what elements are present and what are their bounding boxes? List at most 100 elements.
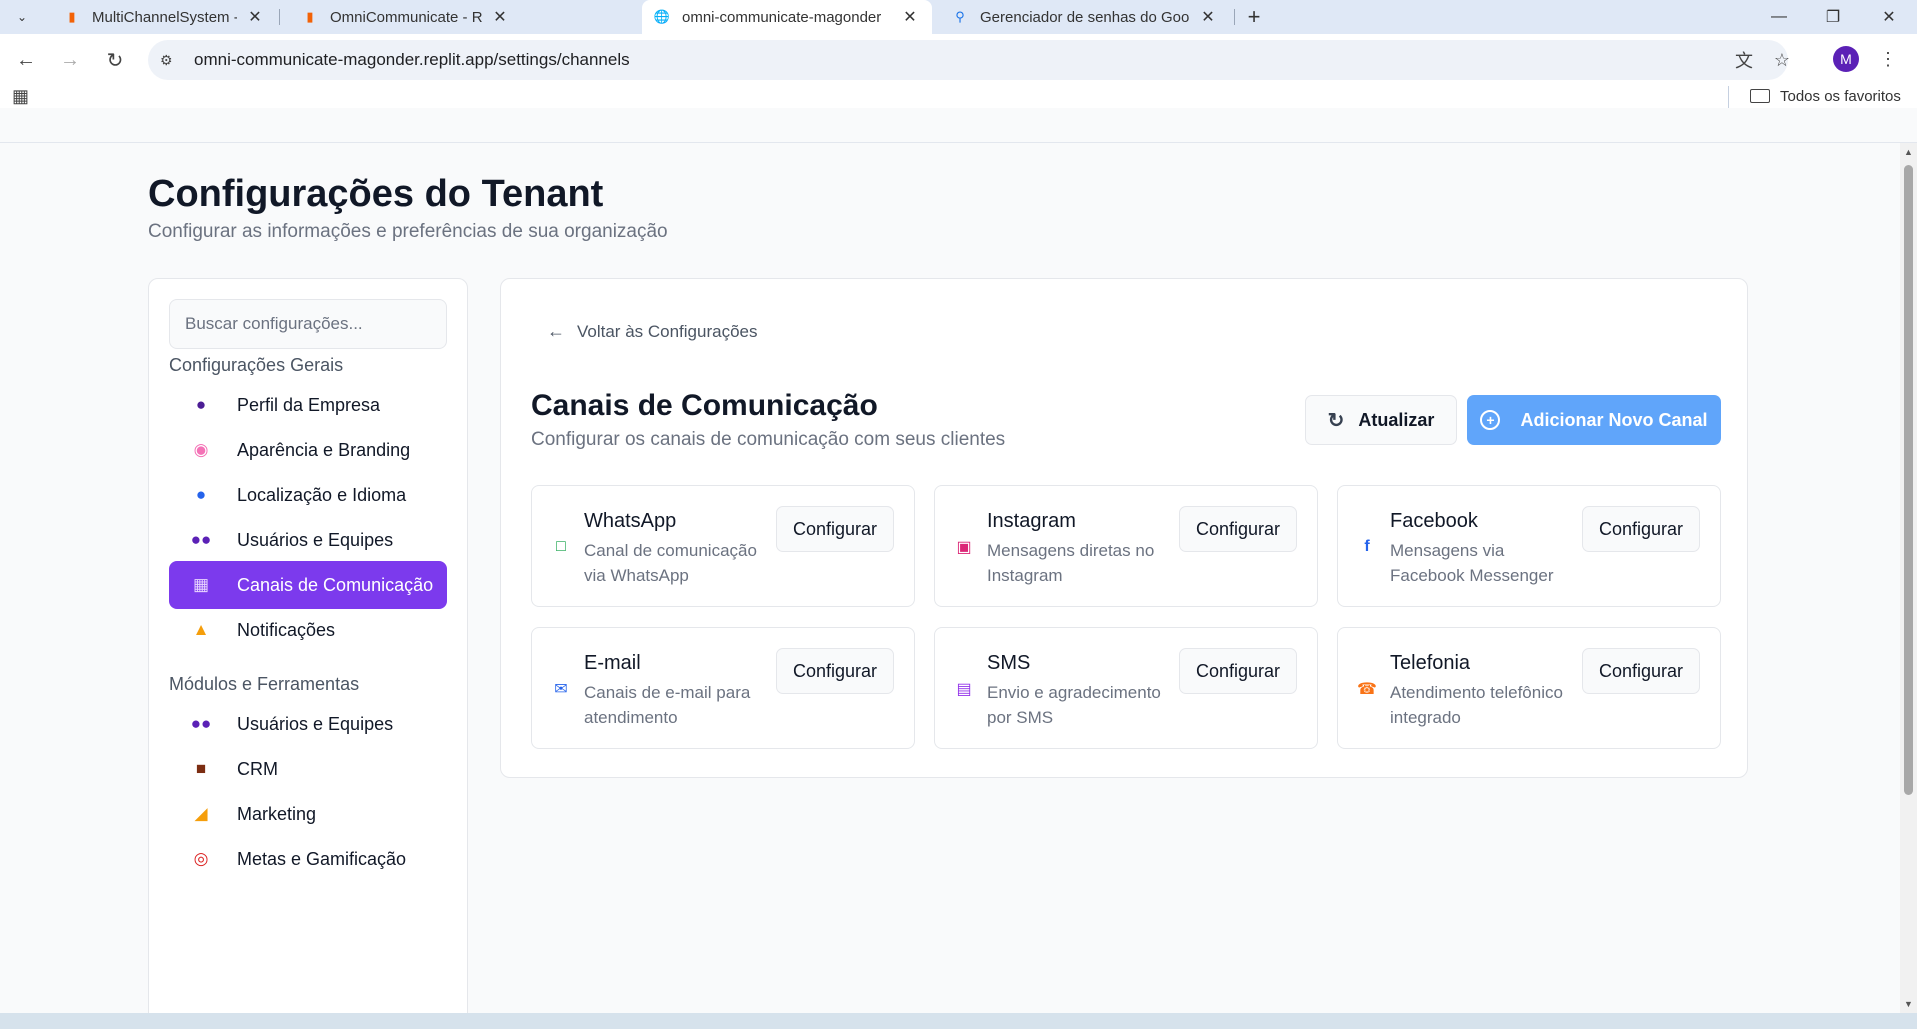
replit-icon: ▮ <box>306 9 314 24</box>
site-info-icon[interactable]: ⚙ <box>160 52 180 69</box>
new-tab-button[interactable]: + <box>1242 4 1266 29</box>
forward-icon[interactable]: → <box>52 42 88 78</box>
bookmarks-label: Todos os favoritos <box>1780 87 1901 105</box>
all-bookmarks-button[interactable]: Todos os favoritos <box>1750 84 1901 108</box>
people-icon: ●● <box>190 530 212 549</box>
configure-button[interactable]: Configurar <box>1582 506 1700 552</box>
sidebar-item-goals[interactable]: ◎ Metas e Gamificação <box>169 835 447 883</box>
sidebar-item-label: Aparência e Branding <box>237 439 411 460</box>
translate-icon[interactable]: 文 <box>1728 40 1760 80</box>
refresh-button[interactable]: ↻ Atualizar <box>1305 395 1457 445</box>
channels-title: Canais de Comunicação <box>531 389 878 422</box>
megaphone-icon: ◢ <box>194 804 208 823</box>
minimize-icon[interactable]: — <box>1752 0 1806 34</box>
tab-search-icon[interactable]: ⌄ <box>10 6 34 28</box>
close-tab-icon[interactable]: ✕ <box>900 7 920 27</box>
browser-tab-bar: ⌄ ▮ MultiChannelSystem - Replit ✕ ▮ Omni… <box>0 0 1917 34</box>
configure-button[interactable]: Configurar <box>1179 648 1297 694</box>
close-tab-icon[interactable]: ✕ <box>1198 7 1218 27</box>
browser-tab[interactable]: ⚲ Gerenciador de senhas do Goo ✕ <box>940 0 1230 34</box>
channel-name: Instagram <box>987 510 1076 532</box>
sidebar-item-crm[interactable]: ■ CRM <box>169 745 447 793</box>
channel-description: Mensagens via Facebook Messenger <box>1390 541 1554 585</box>
refresh-icon: ↻ <box>1327 409 1345 432</box>
sidebar-item-users-teams-module[interactable]: ●● Usuários e Equipes <box>169 700 447 748</box>
channel-card-facebook: f Facebook Mensagens via Facebook Messen… <box>1337 485 1721 607</box>
reload-icon[interactable]: ↻ <box>97 42 133 78</box>
sidebar-item-label: Notificações <box>237 619 336 640</box>
configure-button[interactable]: Configurar <box>776 648 894 694</box>
sidebar-item-label: Metas e Gamificação <box>237 848 407 869</box>
scroll-up-icon[interactable]: ▲ <box>1903 147 1914 157</box>
sidebar-item-appearance[interactable]: ◉ Aparência e Branding <box>169 426 447 474</box>
bookmark-star-icon[interactable]: ☆ <box>1766 40 1798 80</box>
sidebar-item-notifications[interactable]: ▲ Notificações <box>169 606 447 654</box>
sidebar-item-company-profile[interactable]: ● Perfil da Empresa <box>169 381 447 429</box>
browser-tab[interactable]: ▮ MultiChannelSystem - Replit ✕ <box>52 0 277 34</box>
sidebar-item-localization[interactable]: ● Localização e Idioma <box>169 471 447 519</box>
tab-title: Gerenciador de senhas do Goo <box>980 8 1190 26</box>
globe-icon: ● <box>195 485 207 504</box>
os-taskbar <box>0 1013 1917 1029</box>
configure-button[interactable]: Configurar <box>1582 648 1700 694</box>
channel-card-email: ✉ E-mail Canais de e-mail para atendimen… <box>531 627 915 749</box>
browser-tab[interactable]: ▮ OmniCommunicate - Replit ✕ <box>290 0 522 34</box>
globe-icon: 🌐 <box>653 9 671 24</box>
channel-card-telephony: ☎ Telefonia Atendimento telefônico integ… <box>1337 627 1721 749</box>
refresh-label: Atualizar <box>1358 409 1435 430</box>
channels-panel: ← Voltar às Configurações Canais de Comu… <box>500 278 1748 778</box>
channel-name: SMS <box>987 652 1031 674</box>
sidebar-item-users-teams[interactable]: ●● Usuários e Equipes <box>169 516 447 564</box>
settings-sidebar: Configurações Gerais ● Perfil da Empresa… <box>148 278 468 1029</box>
browser-tab-active[interactable]: 🌐 omni-communicate-magonder ✕ <box>642 0 932 34</box>
page-subtitle: Configurar as informações e preferências… <box>148 221 668 242</box>
restore-icon[interactable]: ❐ <box>1806 0 1860 34</box>
tab-separator <box>279 9 280 25</box>
add-channel-button[interactable]: + Adicionar Novo Canal <box>1467 395 1721 445</box>
search-input[interactable] <box>169 299 447 349</box>
more-menu-icon[interactable]: ⋮ <box>1878 46 1898 72</box>
back-icon[interactable]: ← <box>8 42 44 78</box>
configure-button[interactable]: Configurar <box>776 506 894 552</box>
tab-separator <box>1234 9 1235 25</box>
url-text: omni-communicate-magonder.replit.app/set… <box>194 50 630 69</box>
page-title: Configurações do Tenant <box>148 173 604 215</box>
plus-circle-icon: + <box>1480 410 1501 430</box>
scrollbar-thumb[interactable] <box>1904 165 1913 795</box>
back-link-label: Voltar às Configurações <box>577 321 758 341</box>
sidebar-item-label: Marketing <box>237 803 317 824</box>
page-scrollbar[interactable]: ▲ ▼ <box>1900 143 1917 1013</box>
scroll-down-icon[interactable]: ▼ <box>1903 999 1914 1009</box>
chat-icon: □ <box>556 538 566 555</box>
briefcase-icon: ■ <box>195 759 207 778</box>
channel-description: Canal de comunicação via WhatsApp <box>584 541 757 585</box>
channels-subtitle: Configurar os canais de comunicação com … <box>531 429 1006 450</box>
apps-grid-icon[interactable]: ▦ <box>12 86 32 106</box>
channel-description: Mensagens diretas no Instagram <box>987 541 1155 585</box>
replit-icon: ▮ <box>68 9 76 24</box>
bookmarks-separator <box>1728 86 1729 108</box>
person-icon: ● <box>195 395 207 414</box>
section-label-general: Configurações Gerais <box>169 355 344 375</box>
channel-name: Telefonia <box>1390 652 1471 674</box>
tab-title: omni-communicate-magonder <box>682 8 882 26</box>
tab-title: OmniCommunicate - Replit <box>330 8 482 26</box>
close-tab-icon[interactable]: ✕ <box>490 7 510 27</box>
address-bar[interactable]: ⚙ omni-communicate-magonder.replit.app/s… <box>148 40 1790 80</box>
tab-title: MultiChannelSystem - Replit <box>92 8 237 26</box>
sidebar-item-channels[interactable]: ▦ Canais de Comunicação <box>169 561 447 609</box>
configure-button[interactable]: Configurar <box>1179 506 1297 552</box>
section-label-modules: Módulos e Ferramentas <box>169 674 360 694</box>
close-tab-icon[interactable]: ✕ <box>245 7 265 27</box>
sidebar-item-marketing[interactable]: ◢ Marketing <box>169 790 447 838</box>
channel-card-sms: ▤ SMS Envio e agradecimento por SMS Conf… <box>934 627 1318 749</box>
palette-icon: ◉ <box>193 440 209 459</box>
sidebar-item-label: Perfil da Empresa <box>237 394 381 415</box>
sidebar-item-label: Usuários e Equipes <box>237 529 394 550</box>
channel-description: Envio e agradecimento por SMS <box>987 683 1161 727</box>
mail-icon: ✉ <box>554 681 568 698</box>
back-to-settings-link[interactable]: ← Voltar às Configurações <box>547 321 758 342</box>
folder-icon <box>1750 89 1770 103</box>
profile-avatar[interactable]: M <box>1833 46 1859 72</box>
close-window-icon[interactable]: ✕ <box>1862 0 1916 34</box>
